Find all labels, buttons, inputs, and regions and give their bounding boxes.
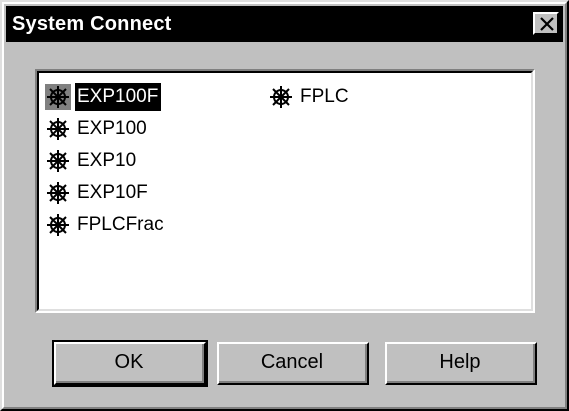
dialog-title: System Connect: [12, 13, 172, 35]
ok-button-label: OK: [56, 344, 204, 383]
close-icon: [540, 17, 554, 31]
ship-wheel-icon: [47, 182, 69, 204]
ship-wheel-icon: [270, 86, 292, 108]
ship-wheel-icon: [47, 118, 69, 140]
ok-button[interactable]: OK: [52, 340, 208, 387]
ship-wheel-icon: [47, 150, 69, 172]
system-connect-dialog: System Connect EXP100F EXP100 EXP10 EXP1…: [0, 0, 569, 411]
list-item-fplc[interactable]: FPLC: [268, 82, 352, 112]
list-item-label: EXP10F: [77, 182, 148, 203]
cancel-button-label: Cancel: [219, 344, 367, 383]
system-listbox[interactable]: EXP100F EXP100 EXP10 EXP10F FPLCFrac FPL…: [35, 69, 535, 313]
list-item-label: EXP100F: [75, 83, 162, 111]
help-button[interactable]: Help: [385, 342, 537, 385]
list-item-label: EXP100: [77, 118, 147, 139]
help-button-label: Help: [387, 344, 535, 383]
list-item-label: FPLC: [300, 86, 349, 107]
title-bar[interactable]: System Connect: [6, 6, 563, 42]
ship-wheel-icon: [45, 84, 71, 110]
list-item-exp10[interactable]: EXP10: [45, 146, 139, 176]
close-button[interactable]: [533, 12, 559, 35]
cancel-button[interactable]: Cancel: [217, 342, 369, 385]
list-item-fplcfrac[interactable]: FPLCFrac: [45, 210, 167, 240]
list-item-label: FPLCFrac: [77, 214, 164, 235]
list-item-exp100f[interactable]: EXP100F: [45, 82, 162, 112]
ship-wheel-icon: [47, 214, 69, 236]
list-item-exp10f[interactable]: EXP10F: [45, 178, 151, 208]
list-item-exp100[interactable]: EXP100: [45, 114, 150, 144]
list-item-label: EXP10: [77, 150, 137, 171]
